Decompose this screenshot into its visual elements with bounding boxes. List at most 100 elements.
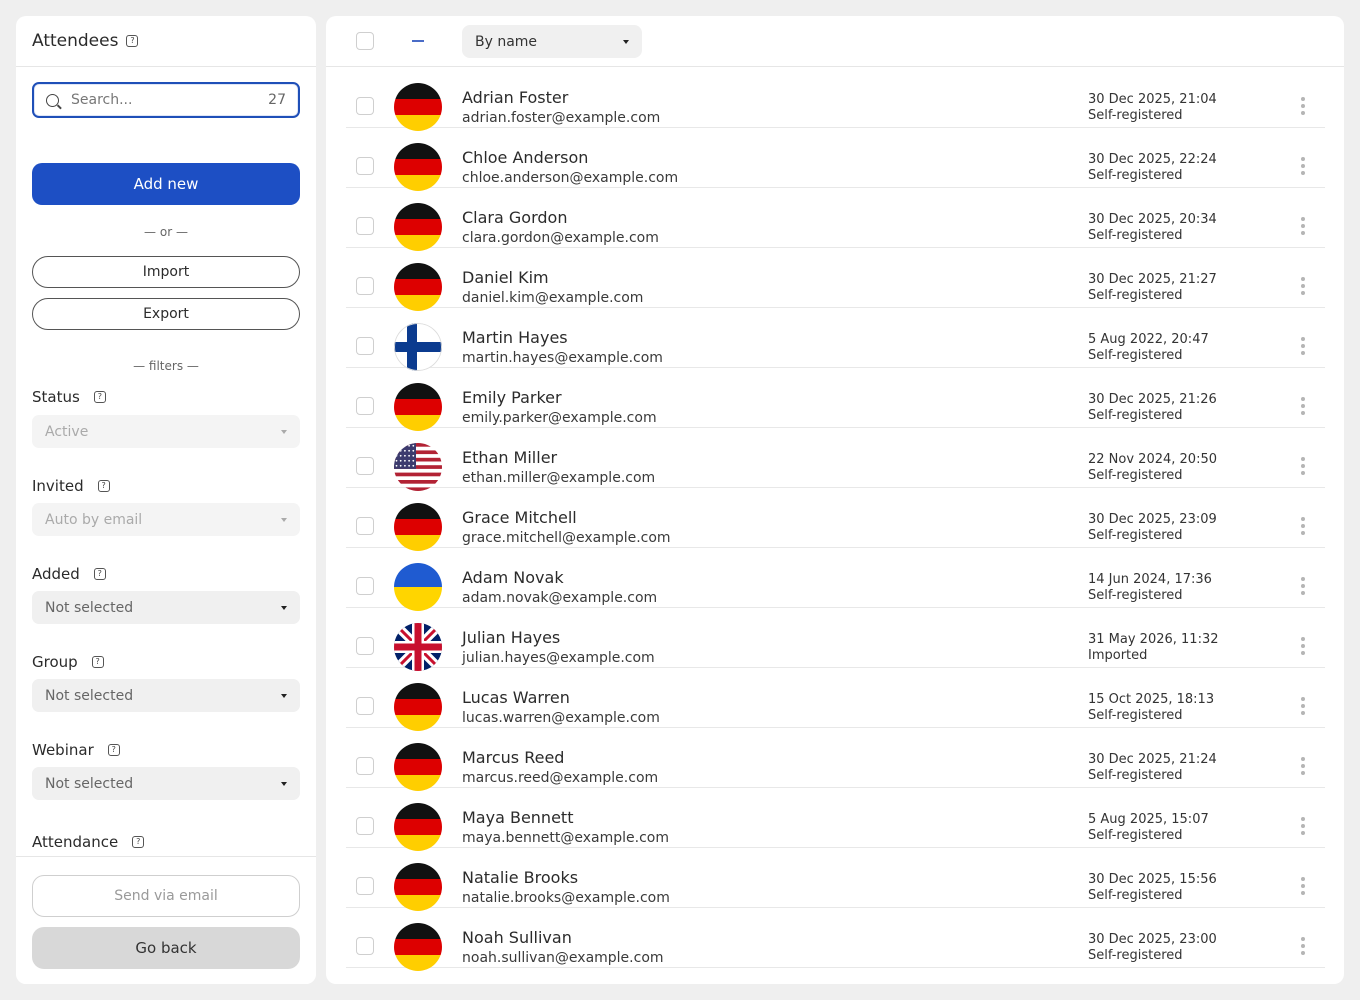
table-row[interactable]: Martin Hayes martin.hayes@example.com 5 … [346,308,1325,371]
help-icon[interactable]: ? [93,568,106,580]
help-icon[interactable]: ? [93,391,106,403]
sidebar-scroll-area[interactable]: 27 Add new — or — Import Export — filter… [16,68,316,856]
row-checkbox[interactable] [356,757,374,775]
table-row[interactable]: Adam Novak adam.novak@example.com 14 Jun… [346,548,1325,611]
row-checkbox[interactable] [356,457,374,475]
table-row[interactable]: Natalie Brooks natalie.brooks@example.co… [346,848,1325,911]
filter-label-status: Status? [32,388,106,406]
flag-de-icon [394,383,442,431]
filter-select-added[interactable]: Not selected [32,591,300,624]
table-row[interactable]: Maya Bennett maya.bennett@example.com 5 … [346,788,1325,851]
export-button[interactable]: Export [32,298,300,330]
row-checkbox[interactable] [356,337,374,355]
row-checkbox[interactable] [356,817,374,835]
registration-source: Imported [1088,648,1148,663]
attendee-name[interactable]: Marcus Reed [462,748,564,767]
table-row[interactable]: Marcus Reed marcus.reed@example.com 30 D… [346,728,1325,791]
row-checkbox[interactable] [356,397,374,415]
more-options-icon[interactable] [1296,935,1310,957]
attendee-rows: Adrian Foster adrian.foster@example.com … [326,68,1344,971]
registration-source: Self-registered [1088,108,1183,123]
registration-date: 30 Dec 2025, 21:26 [1088,392,1217,407]
more-options-icon[interactable] [1296,155,1310,177]
filter-select-webinar[interactable]: Not selected [32,767,300,800]
table-row[interactable]: Noah Sullivan noah.sullivan@example.com … [346,908,1325,971]
more-options-icon[interactable] [1296,695,1310,717]
attendee-name[interactable]: Maya Bennett [462,808,573,827]
attendee-name[interactable]: Grace Mitchell [462,508,577,527]
more-options-icon[interactable] [1296,395,1310,417]
chevron-down-icon [623,39,629,44]
row-checkbox[interactable] [356,577,374,595]
more-options-icon[interactable] [1296,335,1310,357]
row-checkbox[interactable] [356,697,374,715]
help-icon[interactable]: ? [126,35,139,47]
registration-source: Self-registered [1088,408,1183,423]
select-all-checkbox[interactable] [356,32,374,50]
row-checkbox[interactable] [356,937,374,955]
row-checkbox[interactable] [356,277,374,295]
help-icon[interactable]: ? [97,480,110,492]
import-button[interactable]: Import [32,256,300,288]
search-input[interactable] [71,92,269,108]
table-row[interactable]: Adrian Foster adrian.foster@example.com … [346,68,1325,131]
filter-select-group[interactable]: Not selected [32,679,300,712]
attendee-name[interactable]: Natalie Brooks [462,868,578,887]
table-row[interactable]: Clara Gordon clara.gordon@example.com 30… [346,188,1325,251]
table-row[interactable]: Lucas Warren lucas.warren@example.com 15… [346,668,1325,731]
filter-label-text: Added [32,565,80,583]
table-row[interactable]: Julian Hayes julian.hayes@example.com 31… [346,608,1325,671]
more-options-icon[interactable] [1296,95,1310,117]
registration-date: 30 Dec 2025, 15:56 [1088,872,1217,887]
more-options-icon[interactable] [1296,815,1310,837]
table-row[interactable]: Grace Mitchell grace.mitchell@example.co… [346,488,1325,551]
filter-select-value: Not selected [45,775,134,792]
attendee-name[interactable]: Daniel Kim [462,268,549,287]
row-checkbox[interactable] [356,97,374,115]
table-row[interactable]: Chloe Anderson chloe.anderson@example.co… [346,128,1325,191]
registration-date: 30 Dec 2025, 23:00 [1088,932,1217,947]
sort-select[interactable]: By name [462,25,642,58]
table-row[interactable]: Daniel Kim daniel.kim@example.com 30 Dec… [346,248,1325,311]
go-back-button[interactable]: Go back [32,927,300,969]
chevron-down-icon [281,517,287,522]
filters-divider: — filters — [133,359,199,373]
attendee-name[interactable]: Martin Hayes [462,328,568,347]
attendee-name[interactable]: Chloe Anderson [462,148,588,167]
help-icon[interactable]: ? [91,656,104,668]
more-options-icon[interactable] [1296,875,1310,897]
more-options-icon[interactable] [1296,275,1310,297]
filter-label-text: Group [32,653,78,671]
search-box[interactable]: 27 [32,82,300,118]
more-options-icon[interactable] [1296,515,1310,537]
deselect-icon[interactable] [412,40,424,42]
table-row[interactable]: Emily Parker emily.parker@example.com 30… [346,368,1325,431]
row-checkbox[interactable] [356,157,374,175]
row-checkbox[interactable] [356,877,374,895]
attendee-name[interactable]: Julian Hayes [462,628,560,647]
attendee-email: adam.novak@example.com [462,590,658,606]
attendee-name[interactable]: Emily Parker [462,388,562,407]
attendee-name[interactable]: Ethan Miller [462,448,557,467]
help-icon[interactable]: ? [107,744,120,756]
attendee-name[interactable]: Adam Novak [462,568,564,587]
row-checkbox[interactable] [356,637,374,655]
add-new-button[interactable]: Add new [32,163,300,205]
row-checkbox[interactable] [356,517,374,535]
attendee-name[interactable]: Noah Sullivan [462,928,572,947]
attendee-name[interactable]: Clara Gordon [462,208,567,227]
table-row[interactable]: Ethan Miller ethan.miller@example.com 22… [346,428,1325,491]
more-options-icon[interactable] [1296,575,1310,597]
attendee-name[interactable]: Lucas Warren [462,688,570,707]
attendee-email: grace.mitchell@example.com [462,530,671,546]
row-checkbox[interactable] [356,217,374,235]
attendee-name[interactable]: Adrian Foster [462,88,568,107]
more-options-icon[interactable] [1296,215,1310,237]
more-options-icon[interactable] [1296,635,1310,657]
help-icon[interactable]: ? [132,836,145,848]
registration-date: 30 Dec 2025, 20:34 [1088,212,1217,227]
more-options-icon[interactable] [1296,455,1310,477]
more-options-icon[interactable] [1296,755,1310,777]
send-via-email-button[interactable]: Send via email [32,875,300,917]
attendee-email: ethan.miller@example.com [462,470,656,486]
